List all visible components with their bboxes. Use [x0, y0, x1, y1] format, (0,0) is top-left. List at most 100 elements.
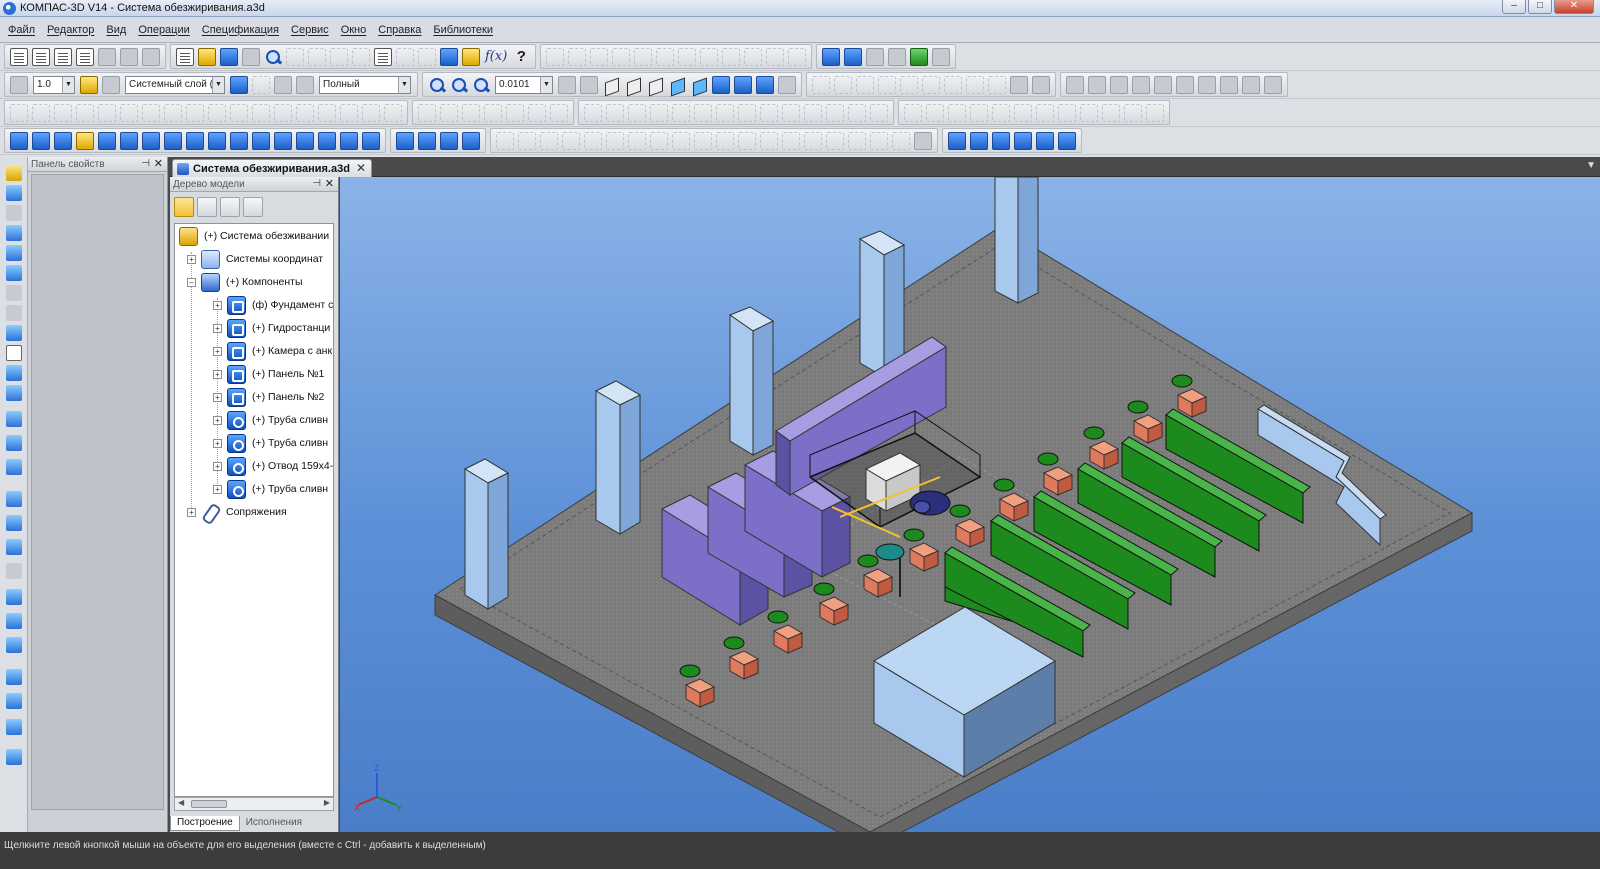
tree-structure-icon[interactable] [174, 197, 194, 217]
level-mark-icon[interactable] [738, 103, 756, 122]
menu-edit[interactable]: Редактор [47, 24, 94, 36]
shaded-icon[interactable] [668, 76, 686, 94]
mid-plane-icon[interactable] [848, 131, 866, 150]
snap-extension-icon[interactable] [766, 47, 785, 66]
display-options-icon[interactable] [756, 75, 774, 94]
pin-icon[interactable]: ⊣ [141, 158, 150, 169]
tree-node-component[interactable]: + (+) Труба сливн [213, 479, 328, 499]
pipe-icon[interactable] [1198, 75, 1216, 94]
base-icon[interactable] [944, 75, 962, 94]
close-button[interactable]: ✕ [1554, 0, 1594, 14]
menu-view[interactable]: Вид [106, 24, 126, 36]
spatial-curves-icon[interactable] [6, 205, 22, 221]
arrays-icon[interactable] [6, 245, 22, 261]
roughness-annotation-icon[interactable] [672, 103, 690, 122]
copy-icon[interactable] [308, 47, 326, 66]
pipe-route-icon[interactable] [948, 131, 966, 150]
fillet-icon[interactable] [252, 103, 270, 122]
tree-node-components[interactable]: – (+) Компоненты [187, 272, 303, 292]
surfaces-icon[interactable] [6, 225, 22, 241]
menu-window[interactable]: Окно [341, 24, 367, 36]
helix-icon[interactable] [440, 131, 458, 150]
sketch-mode-icon[interactable] [6, 165, 22, 181]
axis-line-icon[interactable] [826, 103, 844, 122]
rib-left-icon[interactable] [6, 719, 22, 735]
display-mode-combo[interactable]: Полный ▼ [319, 75, 411, 94]
position-leader-icon[interactable] [650, 103, 668, 122]
appcenter-icon[interactable] [822, 47, 841, 66]
mate-perpendicular-icon[interactable] [1080, 103, 1098, 122]
mate-parallel-icon[interactable] [1058, 103, 1076, 122]
expand-icon[interactable]: + [213, 323, 222, 333]
mate-concentric-icon[interactable] [1146, 103, 1164, 122]
hatch-icon[interactable] [1132, 75, 1150, 94]
orientation-icon[interactable] [580, 75, 598, 94]
new-drawing-icon[interactable] [10, 47, 28, 66]
tree-filter-left-icon[interactable] [220, 197, 240, 217]
hole-icon[interactable] [76, 131, 94, 150]
tree-node-component[interactable]: + (ф) Фундамент с [213, 295, 333, 315]
equidistant-icon[interactable] [384, 103, 402, 122]
snap-normal-icon[interactable] [656, 47, 675, 66]
mass-icon[interactable] [1242, 75, 1260, 94]
tree-node-component[interactable]: + (+) Панель №2 [213, 387, 324, 407]
array-icon[interactable] [230, 131, 248, 150]
fillet-left-icon[interactable] [6, 613, 22, 629]
plane-angle-icon[interactable] [540, 131, 558, 150]
editing-mode-icon[interactable] [6, 185, 22, 201]
check-mark-icon[interactable] [628, 103, 646, 122]
new-specification-icon[interactable] [76, 47, 94, 66]
redo-icon[interactable] [418, 47, 436, 66]
measure-aux-icon[interactable] [826, 131, 844, 150]
tab-versions[interactable]: Исполнения [240, 816, 308, 831]
text-icon[interactable] [932, 47, 951, 66]
surface-icon[interactable] [844, 47, 863, 66]
tree-node-root[interactable]: (+) Система обезживании [179, 226, 329, 246]
linear-dim-icon[interactable] [812, 75, 830, 94]
cs-icon[interactable] [716, 131, 734, 150]
thread-icon[interactable] [164, 131, 182, 150]
tree-node-component[interactable]: + (+) Камера с анк [213, 341, 332, 361]
scale-icon[interactable] [462, 103, 480, 122]
radius-dim-icon[interactable] [856, 75, 874, 94]
projection-icon[interactable] [340, 103, 358, 122]
collision-icon[interactable] [992, 103, 1010, 122]
tabs-menu-icon[interactable]: ▼ [1586, 160, 1596, 171]
chevron-down-icon[interactable]: ▼ [398, 76, 410, 93]
create-icon[interactable] [176, 47, 194, 66]
snap-point-icon[interactable] [546, 47, 565, 66]
undo-icon[interactable] [396, 47, 414, 66]
polyline-icon[interactable] [164, 103, 182, 122]
flange-icon[interactable] [362, 131, 380, 150]
maximize-button[interactable]: □ [1528, 0, 1552, 14]
move-icon[interactable] [418, 103, 436, 122]
axis-cone-icon[interactable] [694, 131, 712, 150]
chamfer-left-icon[interactable] [6, 637, 22, 653]
menu-specification[interactable]: Спецификация [202, 24, 279, 36]
zoom-scale-icon[interactable] [450, 76, 468, 94]
segment-icon[interactable] [54, 103, 72, 122]
local-cs-icon[interactable] [230, 75, 248, 94]
rib-icon[interactable] [98, 131, 116, 150]
point-array-icon[interactable] [296, 131, 314, 150]
plane-through-icon[interactable] [870, 131, 888, 150]
circular-array-icon[interactable] [252, 131, 270, 150]
zone-icon[interactable] [892, 131, 910, 150]
plane-tangent-icon[interactable] [606, 131, 624, 150]
hidden-lines-icon[interactable] [624, 76, 642, 94]
snap-grid-icon[interactable] [634, 47, 653, 66]
axis-edge-icon[interactable] [672, 131, 690, 150]
roughness-icon[interactable] [922, 75, 940, 94]
cut-extrude-icon[interactable] [6, 515, 22, 531]
tree-node-component[interactable]: + (+) Отвод 159х4- [213, 456, 333, 476]
library-icon[interactable] [910, 47, 929, 66]
new-assembly-icon[interactable] [120, 47, 138, 66]
spatial-curve-icon[interactable] [396, 131, 414, 150]
expand-icon[interactable]: + [213, 438, 222, 448]
snap-local-icon[interactable] [722, 47, 741, 66]
variables-button[interactable]: f(x) [485, 49, 507, 64]
menu-libraries[interactable]: Библиотеки [433, 24, 493, 36]
control-point-icon[interactable] [738, 131, 756, 150]
cut-revolve-icon[interactable] [6, 539, 22, 555]
pattern-icon[interactable] [186, 131, 204, 150]
